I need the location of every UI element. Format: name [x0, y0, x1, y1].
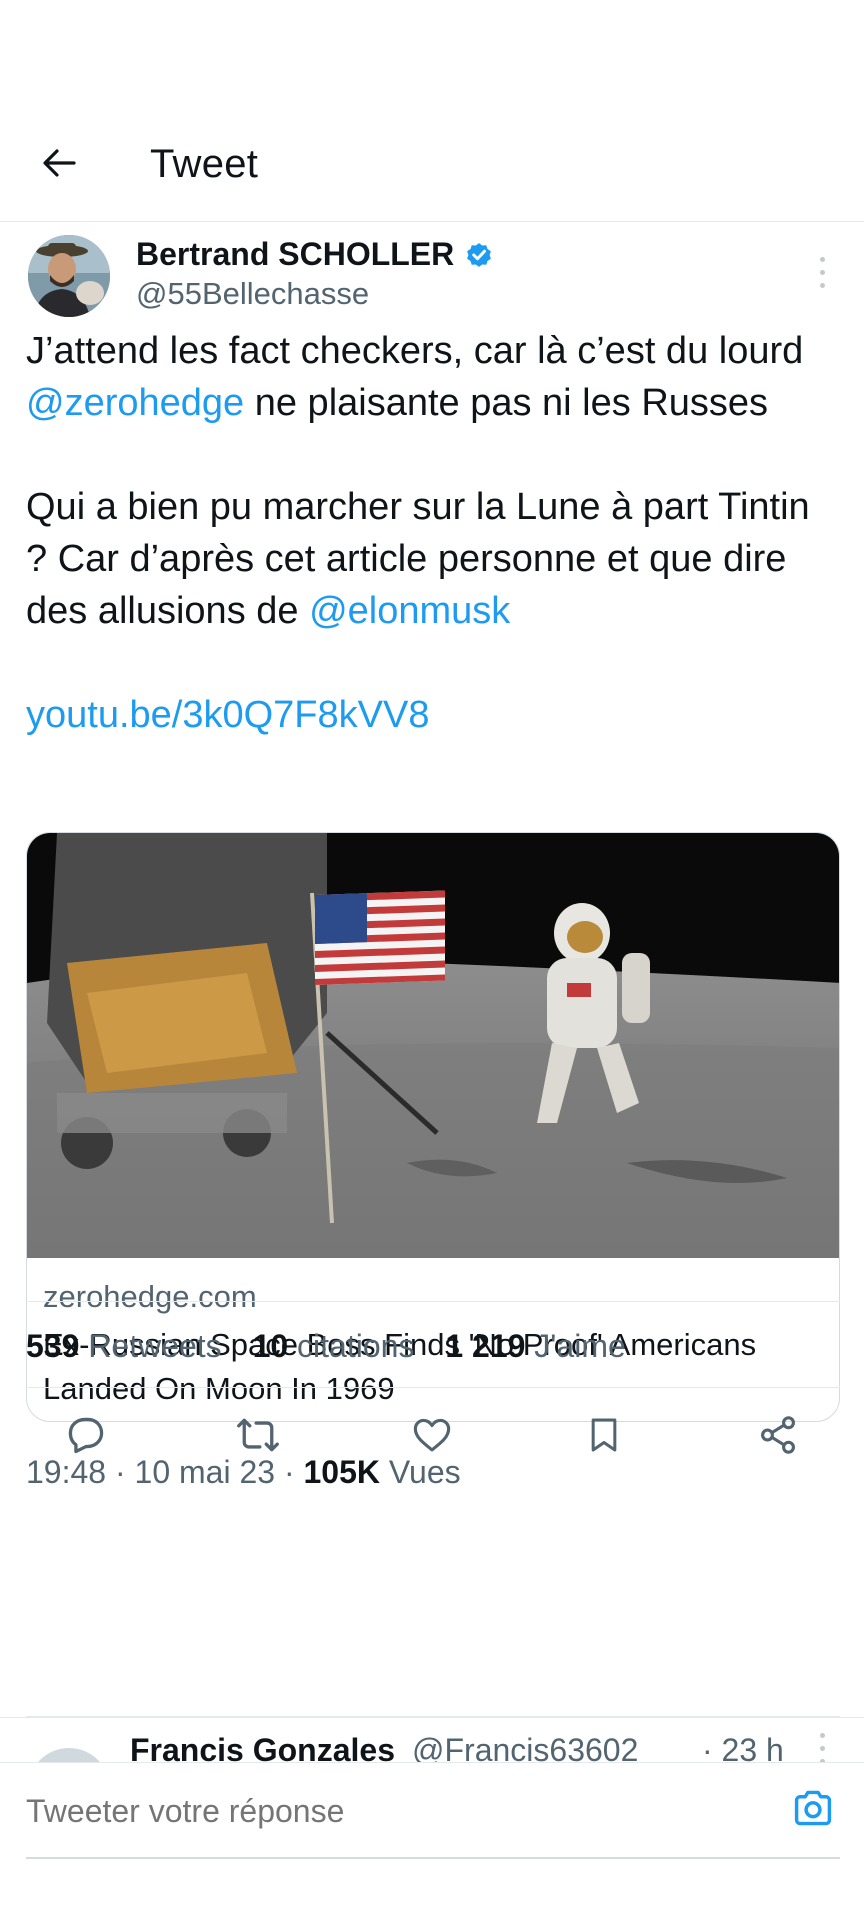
- retweets-label: Retweets: [88, 1328, 222, 1364]
- reply-button[interactable]: [60, 1409, 112, 1461]
- avatar[interactable]: [28, 235, 110, 317]
- tweet-text: J’attend les fact checkers, car là c’est…: [26, 325, 841, 741]
- share-icon: [761, 1416, 795, 1454]
- more-options-button[interactable]: [808, 252, 836, 292]
- reply-avatar[interactable]: [28, 1748, 110, 1763]
- back-button[interactable]: [36, 140, 82, 186]
- arrow-left-icon: [43, 149, 76, 177]
- more-dot: [819, 1732, 825, 1738]
- tweet-paragraph-1: J’attend les fact checkers, car là c’est…: [26, 325, 841, 429]
- more-dot: [819, 282, 825, 288]
- flag: [315, 890, 445, 985]
- likes-label: J'aime: [534, 1328, 626, 1364]
- quotes-label: citations: [297, 1328, 415, 1364]
- retweet-button[interactable]: [232, 1409, 284, 1461]
- more-dot: [819, 256, 825, 262]
- tweet-text-part: ne plaisante pas ni les Russes: [244, 382, 769, 424]
- reply-time: · 23 h: [702, 1732, 784, 1763]
- bookmark-button[interactable]: [578, 1409, 630, 1461]
- reply-author-handle[interactable]: @Francis63602: [412, 1732, 638, 1763]
- reply-more-button[interactable]: [808, 1728, 836, 1763]
- action-bar: [0, 1387, 864, 1487]
- like-button[interactable]: [406, 1409, 458, 1461]
- author-name-text: Bertrand SCHOLLER: [136, 236, 455, 272]
- mention-link[interactable]: @elonmusk: [309, 590, 510, 632]
- share-button[interactable]: [752, 1409, 804, 1461]
- author-handle[interactable]: @55Bellechasse: [136, 276, 369, 312]
- card-domain: zerohedge.com: [43, 1279, 257, 1314]
- reply-author-name[interactable]: Francis Gonzales: [130, 1732, 395, 1763]
- reply-input[interactable]: [26, 1793, 766, 1830]
- url-link[interactable]: youtu.be/3k0Q7F8kVV8: [26, 689, 841, 741]
- likes-count: 1 219: [445, 1328, 526, 1364]
- mention-link[interactable]: @zerohedge: [26, 382, 244, 424]
- author-name[interactable]: Bertrand SCHOLLER: [136, 236, 494, 273]
- retweets-count: 539: [26, 1328, 80, 1364]
- page-title: Tweet: [150, 142, 259, 186]
- composer-underline: [26, 1857, 840, 1859]
- retweets-stat[interactable]: 539 Retweets: [26, 1328, 222, 1364]
- likes-stat[interactable]: 1 219 J'aime: [445, 1328, 625, 1364]
- more-dot: [819, 269, 825, 275]
- avatar-photo: [28, 235, 110, 317]
- tweet-text-part: J’attend les fact checkers, car là c’est…: [26, 330, 804, 372]
- card-image: [27, 833, 839, 1258]
- tweet-stats: 539 Retweets 10 citations 1 219 J'aime: [26, 1328, 648, 1365]
- camera-button[interactable]: [790, 1785, 836, 1831]
- more-dot: [819, 1745, 825, 1751]
- divider: [26, 1301, 840, 1302]
- reply-composer: [0, 1762, 864, 1920]
- reply-icon: [68, 1417, 104, 1454]
- camera-icon: [794, 1790, 832, 1826]
- quotes-stat[interactable]: 10 citations: [253, 1328, 415, 1364]
- reply-preview[interactable]: Francis Gonzales @Francis63602 · 23 h: [0, 1717, 864, 1763]
- retweet-icon: [237, 1418, 279, 1452]
- top-bar: Tweet: [0, 120, 864, 222]
- heart-icon: [413, 1418, 451, 1452]
- tweet-paragraph-2: Qui a bien pu marcher sur la Lune à part…: [26, 481, 841, 637]
- bookmark-icon: [591, 1418, 617, 1452]
- verified-badge-icon: [467, 242, 492, 267]
- quotes-count: 10: [252, 1328, 289, 1364]
